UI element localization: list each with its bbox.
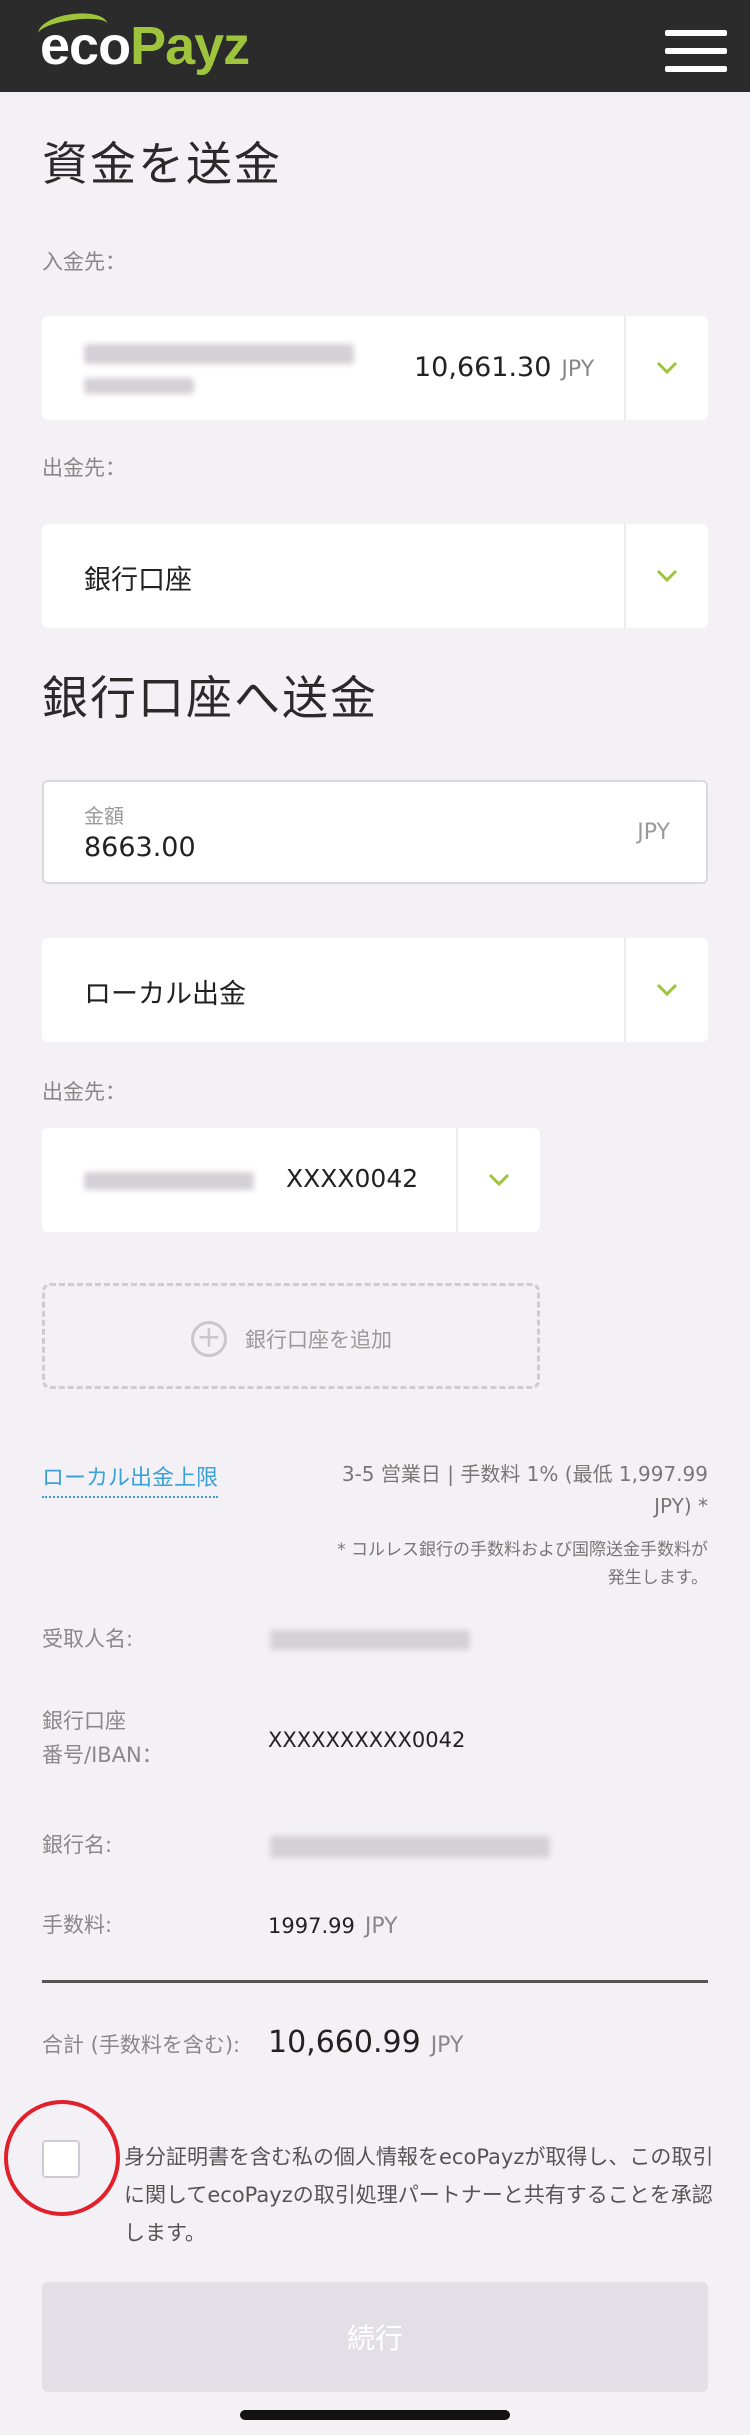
fee-info-line1: 3-5 営業日 | 手数料 1% (最低 1,997.99	[341, 1462, 708, 1486]
blurred-bank-holder	[84, 1172, 254, 1190]
from-balance: 10,661.30 JPY	[414, 352, 594, 383]
amount-input[interactable]	[84, 832, 584, 863]
fee-info: 3-5 営業日 | 手数料 1% (最低 1,997.99 JPY) *	[342, 1458, 708, 1522]
amount-label: 金額	[84, 804, 124, 828]
from-balance-currency: JPY	[561, 357, 595, 382]
to-destination-select[interactable]: 銀行口座	[42, 524, 708, 628]
logo-payz-text: Payz	[130, 16, 250, 76]
select-divider	[624, 524, 626, 628]
summary-divider	[42, 1980, 708, 1983]
bank-account-number: XXXX0042	[286, 1164, 419, 1193]
logo-eco-text: eco	[40, 16, 131, 76]
select-divider	[624, 316, 626, 420]
withdrawal-method-value: ローカル出金	[84, 979, 246, 1010]
recipient-label: 受取人名:	[42, 1627, 134, 1651]
blurred-account-name	[84, 344, 354, 364]
select-divider	[624, 938, 626, 1042]
from-account-select[interactable]: 10,661.30 JPY	[42, 316, 708, 420]
chevron-down-icon[interactable]	[654, 562, 680, 588]
account-label: 銀行口座 番号/IBAN：	[42, 1704, 163, 1772]
from-label: 入金先：	[42, 250, 126, 274]
account-label-line2: 番号/IBAN：	[42, 1743, 163, 1767]
withdrawal-method-select[interactable]: ローカル出金	[42, 938, 708, 1042]
chevron-down-icon[interactable]	[486, 1166, 512, 1192]
fee-label: 手数料:	[42, 1913, 113, 1937]
from-balance-amount: 10,661.30	[414, 352, 552, 383]
select-divider	[456, 1128, 458, 1232]
fee-note-line1: * コルレス銀行の手数料および国際送金手数料が	[337, 1540, 708, 1560]
plus-circle-icon: +	[191, 1321, 227, 1357]
blurred-recipient-name	[270, 1630, 470, 1650]
fee-note-line2: 発生します。	[607, 1568, 708, 1588]
total-label: 合計 (手数料を含む):	[42, 2033, 241, 2057]
amount-field[interactable]: 金額 JPY	[42, 780, 708, 884]
fee-value: 1997.99 JPY	[268, 1914, 398, 1939]
total-value: 10,660.99 JPY	[268, 2025, 463, 2060]
app-header: ecoPayz	[0, 0, 750, 92]
account-label-line1: 銀行口座	[42, 1709, 126, 1733]
add-bank-account-label: 銀行口座を追加	[245, 1328, 392, 1352]
amount-currency: JPY	[637, 820, 670, 845]
total-amount: 10,660.99	[268, 2025, 421, 2060]
bank-name-label: 銀行名:	[42, 1833, 113, 1857]
page-title: 資金を送金	[42, 137, 282, 191]
add-bank-account-button[interactable]: + 銀行口座を追加	[42, 1283, 540, 1389]
ecopayz-logo[interactable]: ecoPayz	[40, 16, 250, 76]
continue-button[interactable]: 続行	[42, 2282, 708, 2392]
chevron-down-icon[interactable]	[654, 354, 680, 380]
to-destination-value: 銀行口座	[84, 565, 192, 596]
hamburger-menu-icon[interactable]	[665, 30, 727, 74]
consent-checkbox[interactable]	[42, 2140, 80, 2178]
fee-note: * コルレス銀行の手数料および国際送金手数料が 発生します。	[337, 1536, 708, 1592]
blurred-bank-name	[270, 1836, 550, 1858]
fee-amount: 1997.99	[268, 1914, 355, 1938]
bank-account-select[interactable]: XXXX0042	[42, 1128, 540, 1232]
blurred-account-id	[84, 378, 194, 394]
consent-text: 身分証明書を含む私の個人情報をecoPayzが取得し、この取引に関してecoPa…	[124, 2145, 714, 2245]
local-withdrawal-limit-link[interactable]: ローカル出金上限	[42, 1460, 219, 1498]
fee-info-line2: JPY) *	[654, 1494, 708, 1518]
destination-label: 出金先：	[42, 1080, 126, 1104]
chevron-down-icon[interactable]	[654, 976, 680, 1002]
home-indicator	[240, 2410, 510, 2420]
account-number-value: XXXXXXXXXX0042	[268, 1728, 466, 1752]
total-currency: JPY	[430, 2033, 464, 2058]
section-title-bank: 銀行口座へ送金	[42, 671, 378, 725]
fee-currency: JPY	[364, 1914, 398, 1939]
to-label: 出金先：	[42, 456, 126, 480]
